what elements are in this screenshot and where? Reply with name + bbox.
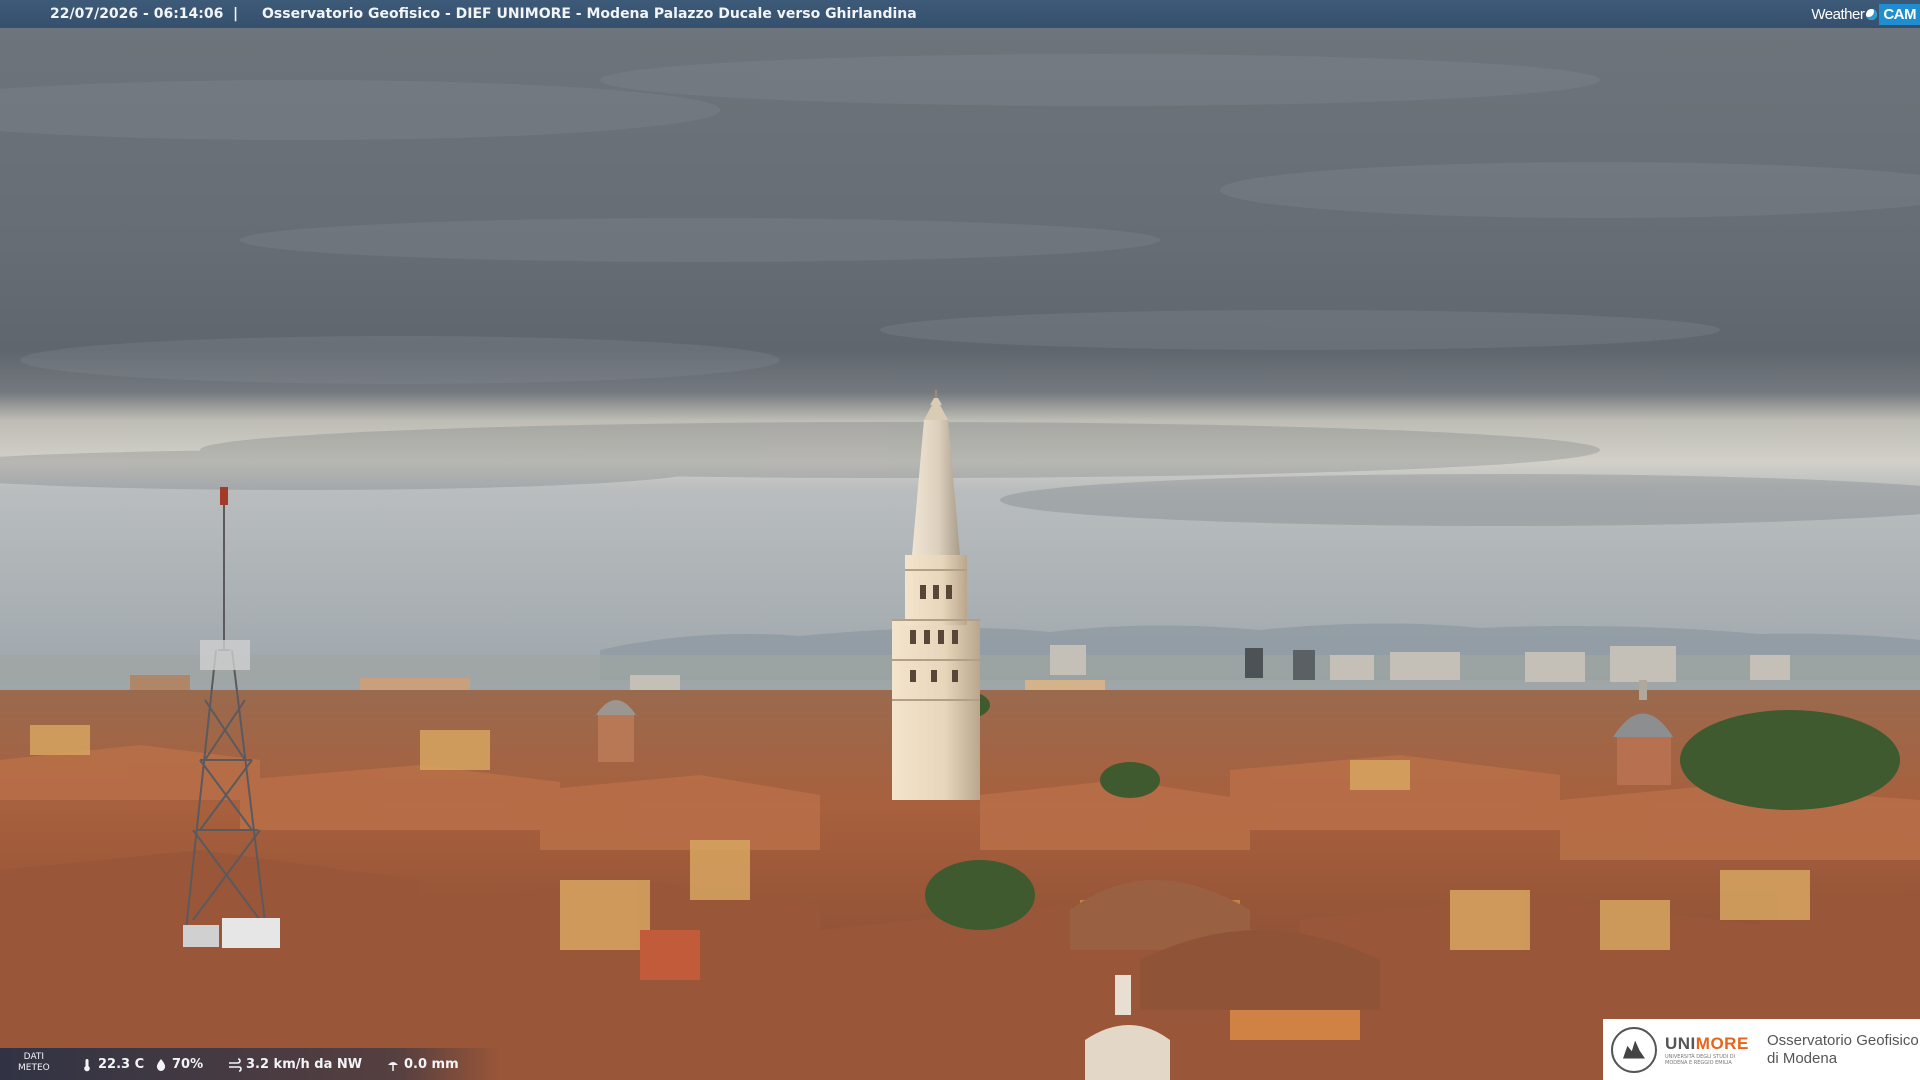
humidity-drop-icon	[156, 1058, 166, 1071]
weather-data-bar: DATI METEO 22.3 C 70% 3.2 km/h da NW 0.0…	[0, 1048, 500, 1080]
rain-reading: 0.0 mm	[386, 1057, 459, 1072]
humidity-value: 70%	[172, 1057, 204, 1072]
weather-label: DATI METEO	[18, 1052, 50, 1073]
wind-value: 3.2 km/h da NW	[246, 1057, 363, 1072]
separator: |	[233, 6, 239, 22]
weathercam-logo-cam: CAM	[1879, 3, 1920, 25]
wind-icon	[229, 1057, 242, 1072]
thermometer-icon	[84, 1058, 90, 1071]
unimore-seal-icon	[1611, 1026, 1657, 1073]
top-info-bar: 22/07/2026 - 06:14:06 | Osservatorio Geo…	[0, 0, 1920, 28]
webcam-frame: 22/07/2026 - 06:14:06 | Osservatorio Geo…	[0, 0, 1920, 1080]
temperature-reading: 22.3 C	[80, 1057, 144, 1072]
webcam-photo	[0, 0, 1920, 1080]
timestamp: 22/07/2026 - 06:14:06	[50, 6, 224, 22]
weathercam-dot-icon	[1866, 8, 1878, 20]
unimore-brand: UNIMORE UNIVERSITÀ DEGLI STUDI DI MODENA…	[1665, 1034, 1757, 1066]
weathercam-logo: Weather CAM	[1811, 1, 1920, 27]
temperature-value: 22.3 C	[98, 1057, 145, 1072]
unimore-subtitle: UNIVERSITÀ DEGLI STUDI DI MODENA E REGGI…	[1665, 1053, 1736, 1066]
unimore-name: UNIMORE	[1665, 1033, 1749, 1053]
weathercam-logo-weather: Weather	[1811, 5, 1865, 23]
wind-reading: 3.2 km/h da NW	[228, 1057, 362, 1072]
camera-caption: Osservatorio Geofisico - DIEF UNIMORE - …	[262, 6, 917, 22]
rain-gauge-icon	[388, 1061, 398, 1071]
unimore-logo-box: UNIMORE UNIVERSITÀ DEGLI STUDI DI MODENA…	[1603, 1019, 1920, 1080]
humidity-reading: 70%	[154, 1057, 203, 1072]
rain-value: 0.0 mm	[404, 1057, 459, 1072]
observatory-name: Osservatorio Geofisico di Modena	[1767, 1031, 1919, 1067]
